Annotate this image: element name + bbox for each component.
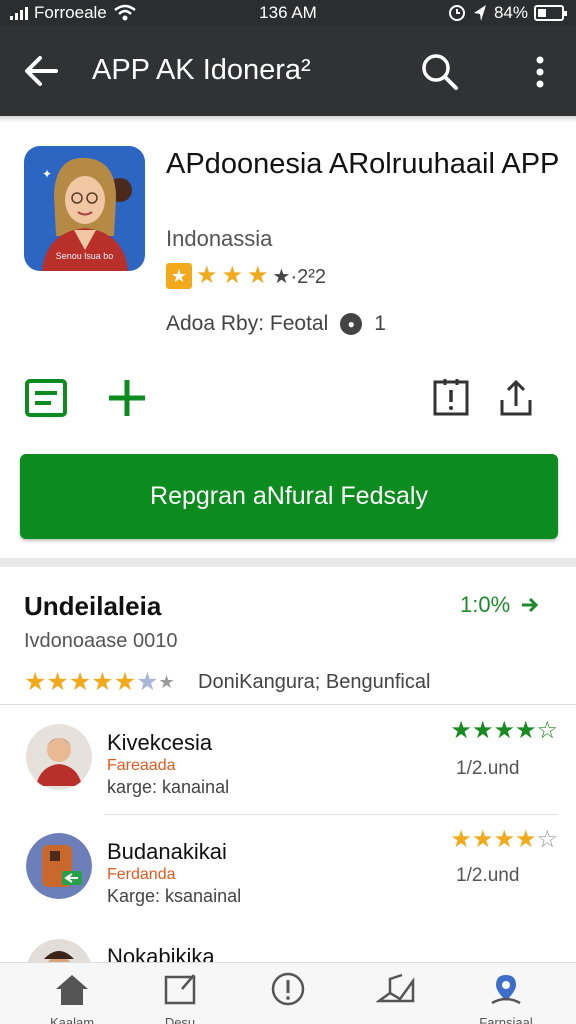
review-meta: Karge: ksanainal — [107, 886, 242, 906]
nav-item-location[interactable]: Farnsiaal — [456, 963, 556, 1024]
editor-badge-icon: ★ — [166, 263, 192, 289]
review-tag: Fareaada — [107, 757, 176, 774]
reviews-title: Undeilaleia — [24, 591, 162, 621]
download-count: 1 — [374, 312, 386, 335]
app-icon-caption: Senou lsua bo — [55, 251, 114, 261]
status-right: 84% — [448, 3, 567, 23]
review-date: 1/2.und — [456, 758, 520, 779]
review-tag: Ferdanda — [107, 866, 176, 883]
added-by-row: Adoa Rby: Feotal ● 1 — [166, 312, 386, 336]
app-bar-shadow — [0, 116, 576, 122]
reviews-link-text: 1:0% — [460, 592, 511, 617]
location-icon — [491, 975, 521, 1005]
review-divider — [104, 814, 558, 815]
nav-item-map[interactable] — [346, 963, 446, 1024]
app-bar: APP AK Idonera² — [0, 26, 576, 116]
review-item[interactable]: Budanakikai Ferdanda Karge: ksanainal ★ … — [0, 827, 576, 927]
star-icon: ★ — [46, 668, 69, 696]
avatar — [26, 833, 92, 899]
svg-text:✦: ✦ — [42, 167, 52, 181]
page-title: APP AK Idonera² — [92, 54, 311, 86]
star-icon: ★ — [450, 826, 472, 853]
avatar — [27, 939, 91, 962]
summary-divider — [0, 704, 576, 705]
bottom-nav: Kaalam Desu Farnsiaal — [0, 962, 576, 1024]
nav-item-info[interactable] — [238, 963, 338, 1024]
reviews-subtitle: Ivdonoaase 0010 — [24, 630, 178, 652]
star-icon: ★ — [91, 668, 114, 696]
developer-name[interactable]: Indonassia — [166, 226, 272, 252]
app-rating: ★ ★ ★ ★ ★·2²2 — [166, 262, 326, 290]
review-item[interactable]: Nokabikika — [0, 935, 576, 962]
reviews-summary-note: DoniKangura; Bengunfical — [198, 671, 431, 693]
reviews-summary-stars: ★ ★ ★ ★ ★ ★ ★ — [24, 668, 175, 696]
review-stars: ★ ★ ★ ★ ☆ — [450, 827, 558, 853]
review-meta: karge: kanainal — [107, 777, 230, 797]
star-icon: ★ — [471, 717, 494, 744]
star-icon: ★ — [68, 668, 92, 696]
star-half-icon: ★ — [136, 668, 159, 696]
star-empty-icon: ★ — [158, 672, 175, 692]
star-icon: ★ — [196, 262, 218, 289]
star-icon: ★ — [493, 826, 515, 853]
battery-percent: 84% — [493, 3, 528, 22]
review-author: Kivekcesia — [107, 730, 213, 755]
rating-text: ★·2²2 — [272, 265, 327, 288]
review-date: 1/2.und — [456, 865, 520, 886]
nav-label: Kaalam — [49, 1015, 95, 1024]
list-icon[interactable] — [24, 376, 68, 420]
star-icon: ★ — [493, 717, 515, 744]
install-button[interactable]: Repgran aNfural Fedsaly — [20, 454, 558, 539]
location-arrow-icon — [473, 5, 486, 21]
add-icon[interactable] — [105, 376, 149, 420]
arrow-right-icon — [522, 597, 539, 613]
status-bar: Forroeale 136 AM 84% — [0, 0, 576, 26]
star-icon: ★ — [24, 668, 47, 696]
review-stars: ★ ★ ★ ★ ☆ — [450, 718, 558, 744]
search-icon[interactable] — [418, 50, 462, 94]
battery-icon — [534, 5, 567, 21]
star-empty-icon: ☆ — [536, 717, 558, 744]
review-author: Budanakikai — [107, 839, 227, 864]
star-icon: ★ — [471, 826, 494, 853]
star-icon: ★ — [450, 717, 472, 744]
avatar — [26, 724, 92, 790]
nav-item-edit[interactable]: Desu — [130, 963, 230, 1024]
more-vertical-icon[interactable] — [520, 50, 560, 94]
nav-label: Desu — [164, 1015, 196, 1024]
report-icon[interactable] — [429, 376, 473, 420]
edit-icon — [164, 974, 196, 1005]
reviews-link[interactable]: 1:0% — [460, 592, 540, 618]
nav-item-home[interactable]: Kaalam — [22, 963, 122, 1024]
app-icon: ✦ Senou lsua bo — [24, 146, 145, 271]
nav-label: Farnsiaal — [479, 1015, 533, 1024]
review-item[interactable]: Kivekcesia Fareaada karge: kanainal ★ ★ … — [0, 718, 576, 818]
home-icon — [56, 975, 88, 1005]
star-icon: ★ — [221, 262, 244, 289]
info-icon — [271, 972, 305, 1006]
star-icon: ★ — [514, 826, 537, 853]
star-icon: ★ — [514, 717, 537, 744]
review-author: Nokabikika — [107, 944, 215, 962]
section-divider — [0, 558, 576, 567]
map-icon — [376, 973, 415, 1003]
download-icon: ● — [340, 313, 363, 335]
star-empty-icon: ☆ — [536, 826, 558, 853]
back-arrow-icon[interactable] — [20, 50, 62, 92]
star-icon: ★ — [247, 262, 269, 289]
app-name: APdoonesia ARolruuhaail APP — [166, 148, 560, 180]
share-icon[interactable] — [494, 376, 538, 420]
added-by-text: Adoa Rby: Feotal — [166, 312, 329, 335]
alarm-icon — [448, 5, 465, 21]
star-icon: ★ — [113, 668, 137, 696]
